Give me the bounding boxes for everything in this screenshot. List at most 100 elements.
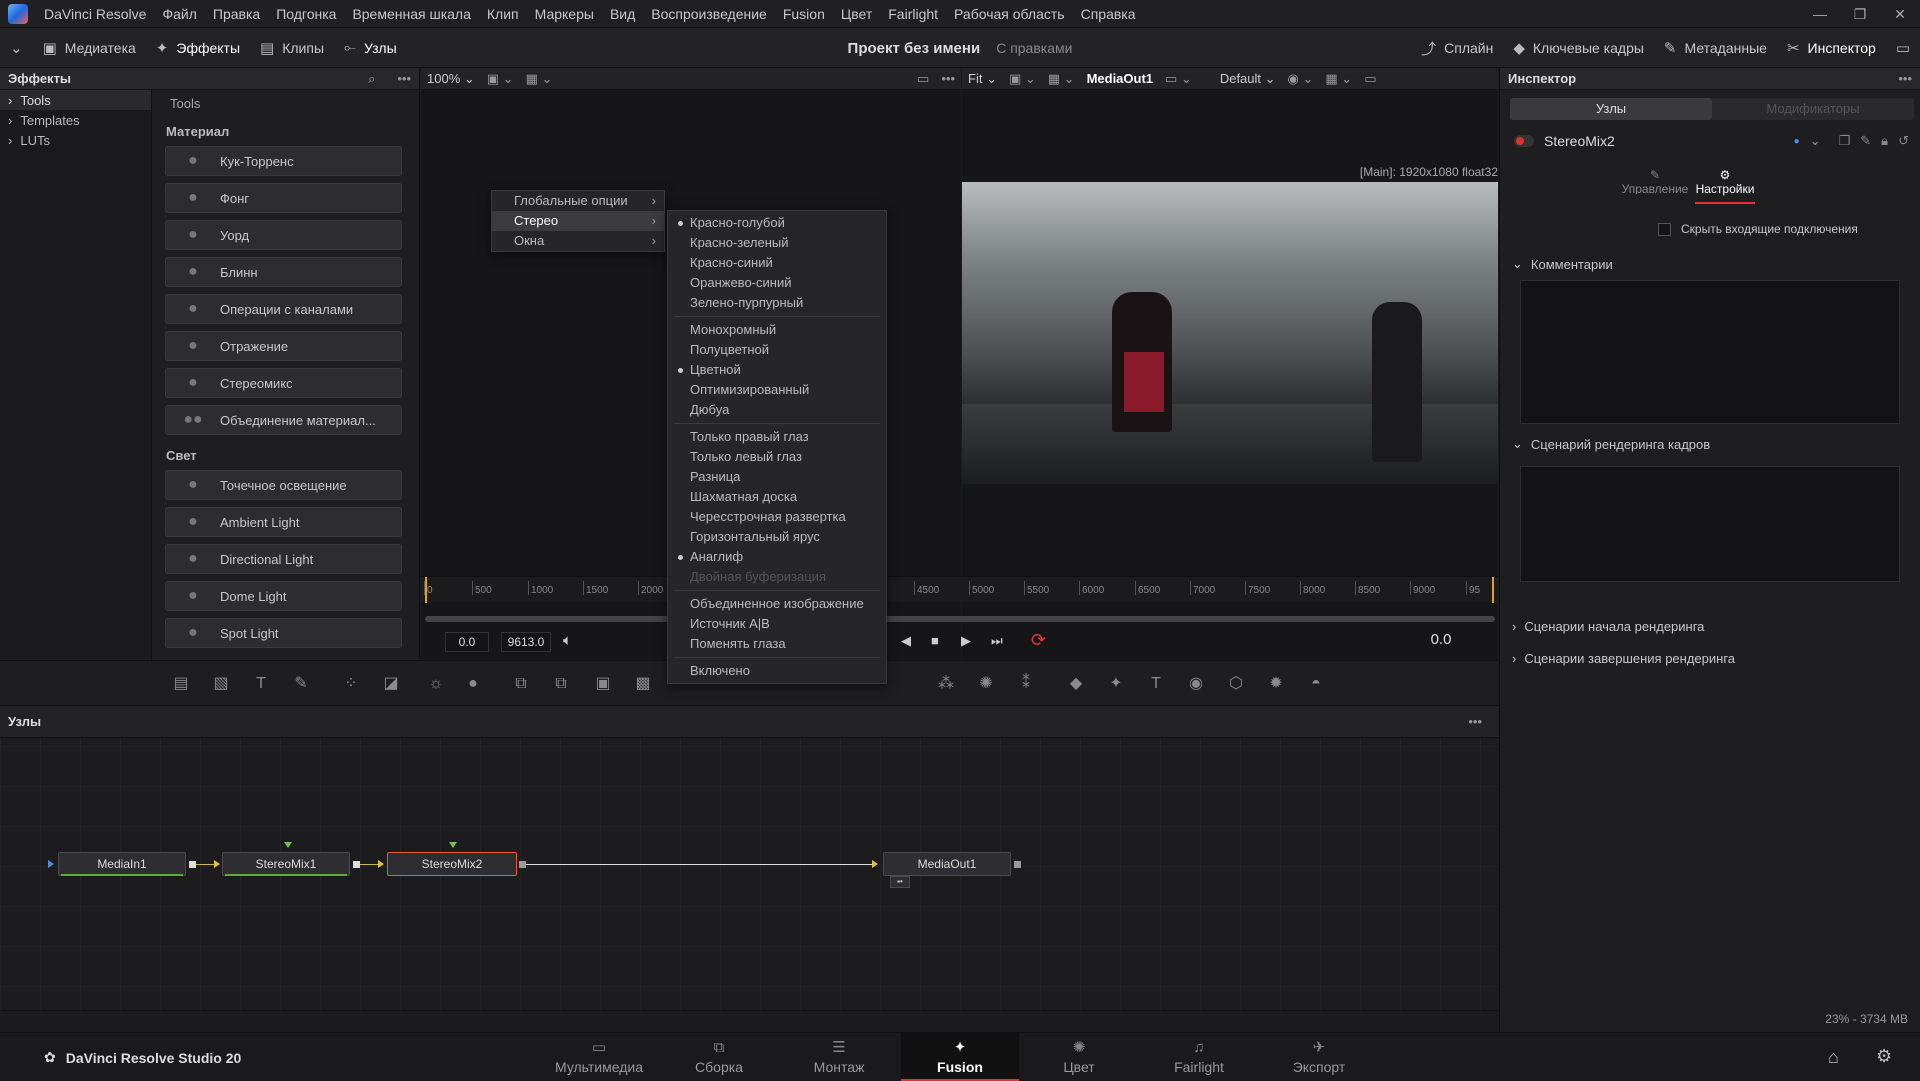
image-tool-icon[interactable]: ▧ <box>210 673 232 695</box>
metadata-button[interactable]: ✎ Метаданные <box>1654 28 1777 68</box>
single-viewer-icon[interactable]: ▭ <box>1358 71 1382 87</box>
node-output-port[interactable] <box>189 861 196 868</box>
minimize-icon[interactable]: — <box>1800 0 1840 28</box>
menu-file[interactable]: Файл <box>154 0 204 28</box>
menu-help[interactable]: Справка <box>1073 0 1144 28</box>
tool-material-merge[interactable]: ●● Объединение материал... <box>165 405 402 435</box>
playhead-end[interactable] <box>1492 577 1494 603</box>
node-output-port[interactable] <box>353 861 360 868</box>
lut-select[interactable]: Default ⌄ <box>1214 71 1282 87</box>
tool-dome-light[interactable]: ● Dome Light <box>165 581 402 611</box>
frame-render-script-textarea[interactable] <box>1520 466 1900 582</box>
light3d-tool-icon[interactable]: ✹ <box>1265 673 1287 695</box>
blur-tool-icon[interactable]: ● <box>462 673 484 695</box>
particles-tool-icon[interactable]: ⁘ <box>340 673 362 695</box>
stereo-anaglyph[interactable]: Анаглиф <box>668 547 886 567</box>
subtab-controls[interactable]: ✎ Управление <box>1600 168 1710 194</box>
viewer-more-icon[interactable]: ••• <box>935 71 961 86</box>
merge-tool-icon[interactable]: ⧉ <box>510 673 532 695</box>
close-icon[interactable]: ✕ <box>1880 0 1920 28</box>
tool-ward[interactable]: ● Уорд <box>165 220 402 250</box>
stop-icon[interactable]: ■ <box>931 633 939 648</box>
stereo-checkerboard[interactable]: Шахматная доска <box>668 487 886 507</box>
merge3d-tool-icon[interactable]: ✦ <box>1105 673 1127 695</box>
tool-ambient-light[interactable]: ● Ambient Light <box>165 507 402 537</box>
restore-icon[interactable]: ❐ <box>1840 0 1880 28</box>
keyframes-button[interactable]: ◆ Ключевые кадры <box>1503 28 1654 68</box>
chevron-down-icon[interactable]: ⌄ <box>1810 133 1821 149</box>
stereo-difference[interactable]: Разница <box>668 467 886 487</box>
tree-item-tools[interactable]: › Tools <box>0 90 151 110</box>
stereo-red-green[interactable]: Красно-зеленый <box>668 233 886 253</box>
view-options-icon[interactable]: ▦ ⌄ <box>520 71 559 87</box>
render3d-tool-icon[interactable]: ◓ <box>1305 673 1327 695</box>
a-channel-icon[interactable]: ▣ ⌄ <box>481 71 520 87</box>
tool-phong[interactable]: ● Фонг <box>165 183 402 213</box>
effects-button[interactable]: ✦ Эффекты <box>146 28 250 68</box>
render-start-field[interactable]: 0.0 <box>445 632 489 652</box>
tool-reflect[interactable]: ● Отражение <box>165 331 402 361</box>
node-editor-more-icon[interactable]: ••• <box>1468 714 1482 729</box>
section-end-render-scripts[interactable]: › Сценарии завершения рендеринга <box>1512 648 1735 668</box>
gradient-tool-icon[interactable]: ◪ <box>380 673 402 695</box>
node-toggle[interactable] <box>1514 135 1534 147</box>
stereo-combined-image[interactable]: Объединенное изображение <box>668 594 886 614</box>
page-media[interactable]: ▭ Мультимедиа <box>540 1033 658 1081</box>
stereo-horizontal-tier[interactable]: Горизонтальный ярус <box>668 527 886 547</box>
search-icon[interactable]: ⌕ <box>368 71 375 87</box>
grid-icon[interactable]: ▦ ⌄ <box>1319 71 1358 87</box>
tool-point-light[interactable]: ● Точечное освещение <box>165 470 402 500</box>
stereo-left-only[interactable]: Только левый глаз <box>668 447 886 467</box>
stereo-interlaced[interactable]: Чересстрочная развертка <box>668 507 886 527</box>
page-fairlight[interactable]: ♫ Fairlight <box>1140 1033 1258 1081</box>
panel-toggle-button[interactable]: ⌄ <box>0 28 33 68</box>
inspector-more-icon[interactable]: ••• <box>1898 71 1912 86</box>
stereo-green-magenta[interactable]: Зелено-пурпурный <box>668 293 886 313</box>
mask-tool-icon[interactable]: ▩ <box>632 673 654 695</box>
menu-fusion[interactable]: Fusion <box>775 0 833 28</box>
a-channel-icon[interactable]: ▣ ⌄ <box>1003 71 1042 87</box>
menu-view[interactable]: Вид <box>602 0 643 28</box>
channel-tool-icon[interactable]: ⧉ <box>550 673 572 695</box>
tool-blinn[interactable]: ● Блинн <box>165 257 402 287</box>
stereo-right-only[interactable]: Только правый глаз <box>668 427 886 447</box>
subtab-settings[interactable]: ⚙ Настройки <box>1695 168 1755 204</box>
page-color[interactable]: ✺ Цвет <box>1020 1033 1138 1081</box>
tracker-tool-icon[interactable]: ⁂ <box>935 673 957 695</box>
nodes-button[interactable]: ⟜ Узлы <box>334 28 407 68</box>
stereo-source-ab[interactable]: Источник A|B <box>668 614 886 634</box>
speaker-icon[interactable]: 🔈︎ <box>563 632 572 649</box>
more-options-icon[interactable]: ••• <box>397 71 411 86</box>
reset-icon[interactable]: ↺ <box>1898 133 1909 149</box>
stereo-amber-blue[interactable]: Оранжево-синий <box>668 273 886 293</box>
node-mediaout1[interactable]: MediaOut1 <box>883 852 1011 876</box>
menu-windows[interactable]: Окна › <box>492 231 664 251</box>
shape3d-tool-icon[interactable]: ◆ <box>1065 673 1087 695</box>
inspector-button[interactable]: ✂ Инспектор <box>1777 28 1886 68</box>
menu-global-options[interactable]: Глобальные опции › <box>492 191 664 211</box>
stereo-dubois[interactable]: Дюбуа <box>668 400 886 420</box>
node-output-port[interactable] <box>519 861 526 868</box>
tree-item-luts[interactable]: › LUTs <box>0 130 151 150</box>
page-deliver[interactable]: ✈ Экспорт <box>1260 1033 1378 1081</box>
time-ruler[interactable]: 0 500 1000 1500 2000 2500 3000 3500 4000… <box>421 576 1498 603</box>
camera3d-tool-icon[interactable]: ◉ <box>1185 673 1207 695</box>
stereo-red-blue[interactable]: Красно-синий <box>668 253 886 273</box>
play-icon[interactable]: ▶ <box>961 633 971 649</box>
stereo-optimized[interactable]: Оптимизированный <box>668 380 886 400</box>
page-edit[interactable]: ☰ Монтаж <box>780 1033 898 1081</box>
step-back-icon[interactable]: ◀ <box>901 633 911 649</box>
particle-render-icon[interactable]: ⁑ <box>1015 673 1037 695</box>
page-cut[interactable]: ⧉ Сборка <box>660 1033 778 1081</box>
node-editor[interactable]: Узлы ••• MediaIn1 StereoMix1 StereoMix2 … <box>0 706 1498 1010</box>
view-options-icon[interactable]: ▦ ⌄ <box>1042 71 1081 87</box>
current-time-field[interactable]: 0.0 <box>1411 631 1471 651</box>
zoom-select[interactable]: 100% ⌄ <box>421 71 481 87</box>
lock-icon[interactable]: 🔒︎ <box>1881 133 1888 149</box>
menu-trim[interactable]: Подгонка <box>268 0 344 28</box>
tab-modifiers[interactable]: Модификаторы <box>1712 98 1914 120</box>
page-fusion[interactable]: ✦ Fusion <box>901 1033 1019 1081</box>
menu-color[interactable]: Цвет <box>833 0 880 28</box>
menu-playback[interactable]: Воспроизведение <box>643 0 775 28</box>
render-end-field[interactable]: 9613.0 <box>501 632 551 652</box>
